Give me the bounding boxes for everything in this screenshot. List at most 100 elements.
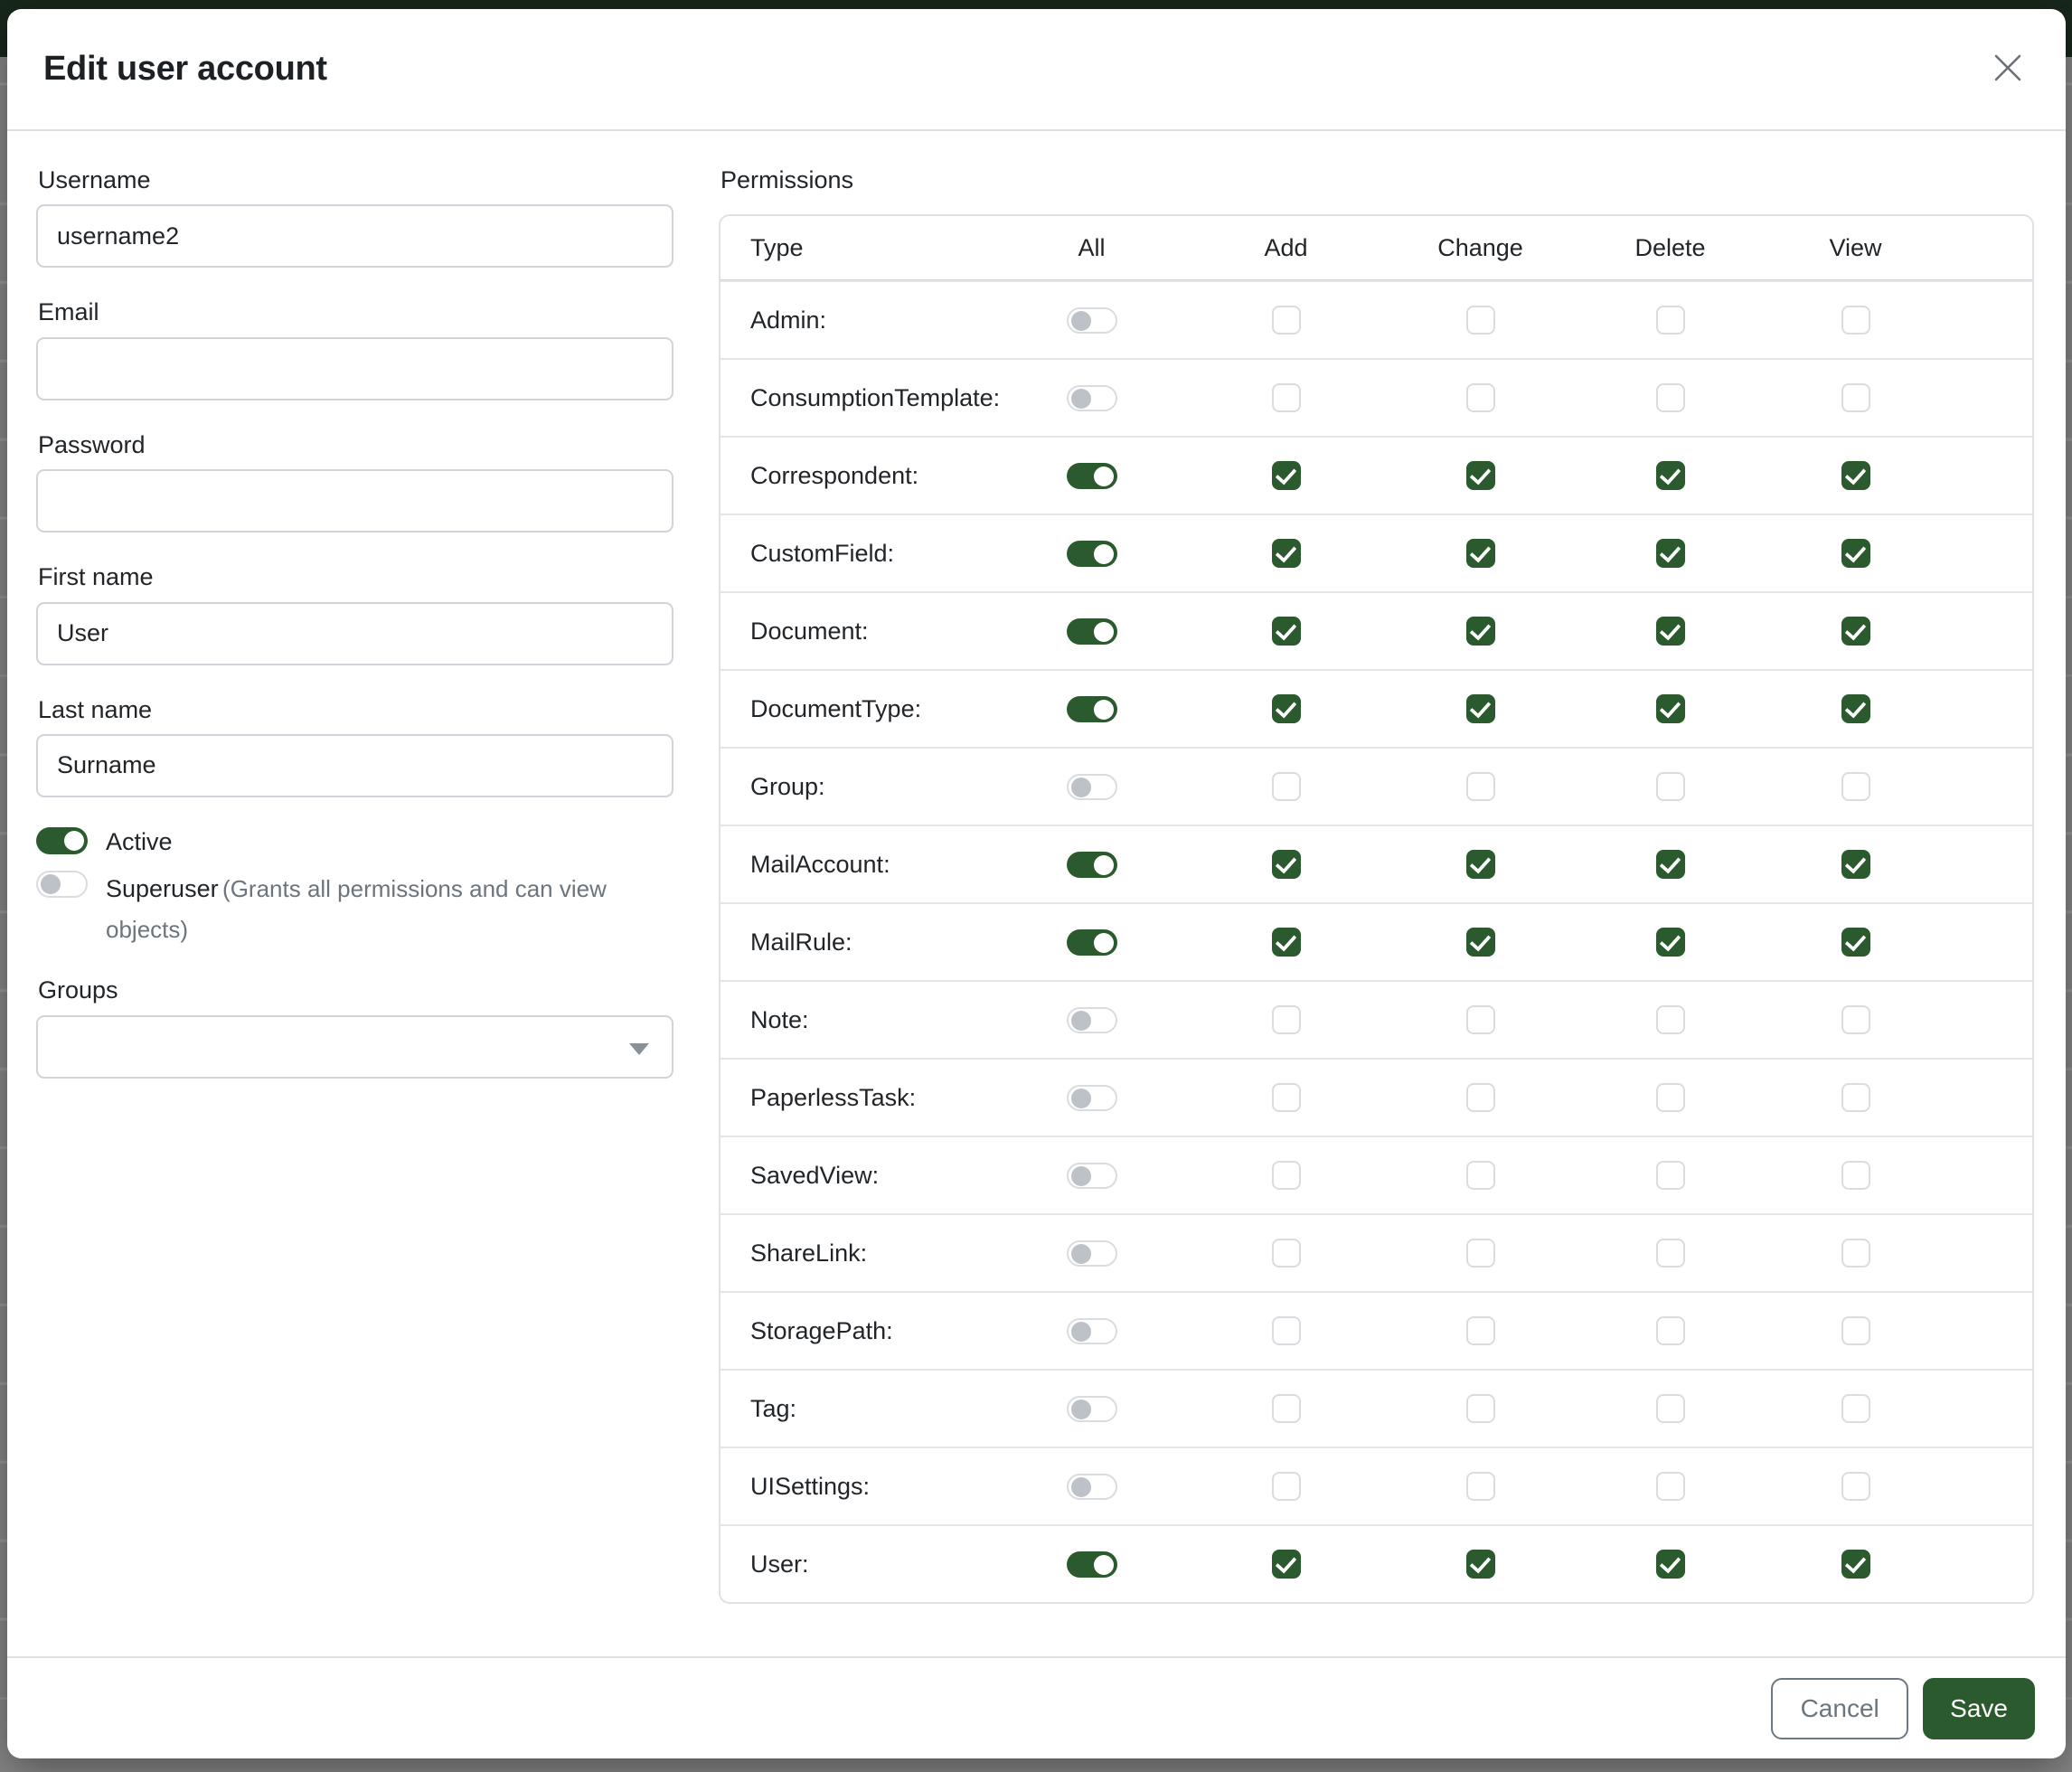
- all-toggle[interactable]: [1067, 696, 1117, 722]
- close-button[interactable]: [1983, 44, 2033, 95]
- view-checkbox[interactable]: [1841, 694, 1870, 723]
- change-checkbox[interactable]: [1466, 694, 1495, 723]
- view-checkbox[interactable]: [1841, 850, 1870, 879]
- delete-checkbox[interactable]: [1656, 306, 1685, 335]
- last-name-input[interactable]: [36, 734, 673, 797]
- change-checkbox[interactable]: [1466, 772, 1495, 801]
- delete-checkbox[interactable]: [1656, 1239, 1685, 1268]
- add-checkbox[interactable]: [1272, 461, 1301, 490]
- delete-checkbox[interactable]: [1656, 1550, 1685, 1579]
- change-checkbox[interactable]: [1466, 1083, 1495, 1112]
- view-checkbox[interactable]: [1841, 306, 1870, 335]
- all-toggle[interactable]: [1067, 307, 1117, 334]
- change-checkbox[interactable]: [1466, 1239, 1495, 1268]
- view-checkbox[interactable]: [1841, 1005, 1870, 1034]
- change-checkbox[interactable]: [1466, 1550, 1495, 1579]
- view-checkbox[interactable]: [1841, 1472, 1870, 1501]
- delete-checkbox[interactable]: [1656, 1005, 1685, 1034]
- add-checkbox[interactable]: [1272, 1316, 1301, 1345]
- add-checkbox[interactable]: [1272, 383, 1301, 412]
- cancel-button[interactable]: Cancel: [1771, 1678, 1908, 1739]
- all-toggle[interactable]: [1067, 774, 1117, 800]
- permissions-section: Permissions Type All Add Change Delete V…: [719, 165, 2034, 1604]
- email-input[interactable]: [36, 337, 673, 401]
- change-checkbox[interactable]: [1466, 461, 1495, 490]
- change-checkbox[interactable]: [1466, 539, 1495, 568]
- delete-checkbox[interactable]: [1656, 1394, 1685, 1423]
- first-name-input[interactable]: [36, 602, 673, 665]
- delete-checkbox[interactable]: [1656, 928, 1685, 957]
- view-checkbox[interactable]: [1841, 1083, 1870, 1112]
- add-checkbox[interactable]: [1272, 306, 1301, 335]
- all-toggle[interactable]: [1067, 1007, 1117, 1033]
- view-checkbox[interactable]: [1841, 539, 1870, 568]
- change-checkbox[interactable]: [1466, 1316, 1495, 1345]
- all-toggle[interactable]: [1067, 1551, 1117, 1578]
- view-checkbox[interactable]: [1841, 383, 1870, 412]
- delete-checkbox[interactable]: [1656, 1316, 1685, 1345]
- delete-checkbox[interactable]: [1656, 1083, 1685, 1112]
- add-checkbox[interactable]: [1272, 1472, 1301, 1501]
- add-checkbox[interactable]: [1272, 694, 1301, 723]
- view-checkbox[interactable]: [1841, 928, 1870, 957]
- delete-checkbox[interactable]: [1656, 850, 1685, 879]
- change-checkbox[interactable]: [1466, 1394, 1495, 1423]
- view-checkbox[interactable]: [1841, 1550, 1870, 1579]
- change-checkbox[interactable]: [1466, 928, 1495, 957]
- all-toggle[interactable]: [1067, 1474, 1117, 1500]
- save-button[interactable]: Save: [1923, 1678, 2035, 1739]
- all-toggle[interactable]: [1067, 1163, 1117, 1189]
- permission-row: Group:: [720, 747, 2032, 825]
- view-checkbox[interactable]: [1841, 1239, 1870, 1268]
- delete-checkbox[interactable]: [1656, 772, 1685, 801]
- all-toggle[interactable]: [1067, 1318, 1117, 1344]
- all-toggle[interactable]: [1067, 618, 1117, 645]
- add-checkbox[interactable]: [1272, 1083, 1301, 1112]
- permission-type-label: MailRule:: [720, 928, 994, 957]
- delete-checkbox[interactable]: [1656, 617, 1685, 646]
- change-checkbox[interactable]: [1466, 306, 1495, 335]
- add-checkbox[interactable]: [1272, 1239, 1301, 1268]
- all-toggle[interactable]: [1067, 852, 1117, 878]
- all-toggle[interactable]: [1067, 1085, 1117, 1111]
- all-toggle[interactable]: [1067, 463, 1117, 489]
- add-checkbox[interactable]: [1272, 1394, 1301, 1423]
- change-checkbox[interactable]: [1466, 1161, 1495, 1190]
- active-toggle[interactable]: [36, 827, 88, 854]
- view-checkbox[interactable]: [1841, 617, 1870, 646]
- all-toggle[interactable]: [1067, 1396, 1117, 1422]
- add-checkbox[interactable]: [1272, 617, 1301, 646]
- change-checkbox[interactable]: [1466, 1005, 1495, 1034]
- view-checkbox[interactable]: [1841, 1316, 1870, 1345]
- permission-type-label: User:: [720, 1550, 994, 1579]
- all-toggle[interactable]: [1067, 385, 1117, 411]
- change-checkbox[interactable]: [1466, 1472, 1495, 1501]
- change-checkbox[interactable]: [1466, 617, 1495, 646]
- delete-checkbox[interactable]: [1656, 461, 1685, 490]
- all-toggle[interactable]: [1067, 541, 1117, 567]
- view-checkbox[interactable]: [1841, 772, 1870, 801]
- change-checkbox[interactable]: [1466, 383, 1495, 412]
- superuser-toggle[interactable]: [36, 871, 88, 898]
- delete-checkbox[interactable]: [1656, 1472, 1685, 1501]
- delete-checkbox[interactable]: [1656, 694, 1685, 723]
- add-checkbox[interactable]: [1272, 1550, 1301, 1579]
- add-checkbox[interactable]: [1272, 928, 1301, 957]
- view-checkbox[interactable]: [1841, 461, 1870, 490]
- add-checkbox[interactable]: [1272, 1161, 1301, 1190]
- all-toggle[interactable]: [1067, 1240, 1117, 1267]
- delete-checkbox[interactable]: [1656, 539, 1685, 568]
- username-input[interactable]: [36, 204, 673, 268]
- delete-checkbox[interactable]: [1656, 383, 1685, 412]
- delete-checkbox[interactable]: [1656, 1161, 1685, 1190]
- groups-select[interactable]: [36, 1015, 673, 1079]
- add-checkbox[interactable]: [1272, 539, 1301, 568]
- change-checkbox[interactable]: [1466, 850, 1495, 879]
- view-checkbox[interactable]: [1841, 1161, 1870, 1190]
- password-input[interactable]: [36, 469, 673, 533]
- view-checkbox[interactable]: [1841, 1394, 1870, 1423]
- add-checkbox[interactable]: [1272, 850, 1301, 879]
- add-checkbox[interactable]: [1272, 772, 1301, 801]
- all-toggle[interactable]: [1067, 929, 1117, 956]
- add-checkbox[interactable]: [1272, 1005, 1301, 1034]
